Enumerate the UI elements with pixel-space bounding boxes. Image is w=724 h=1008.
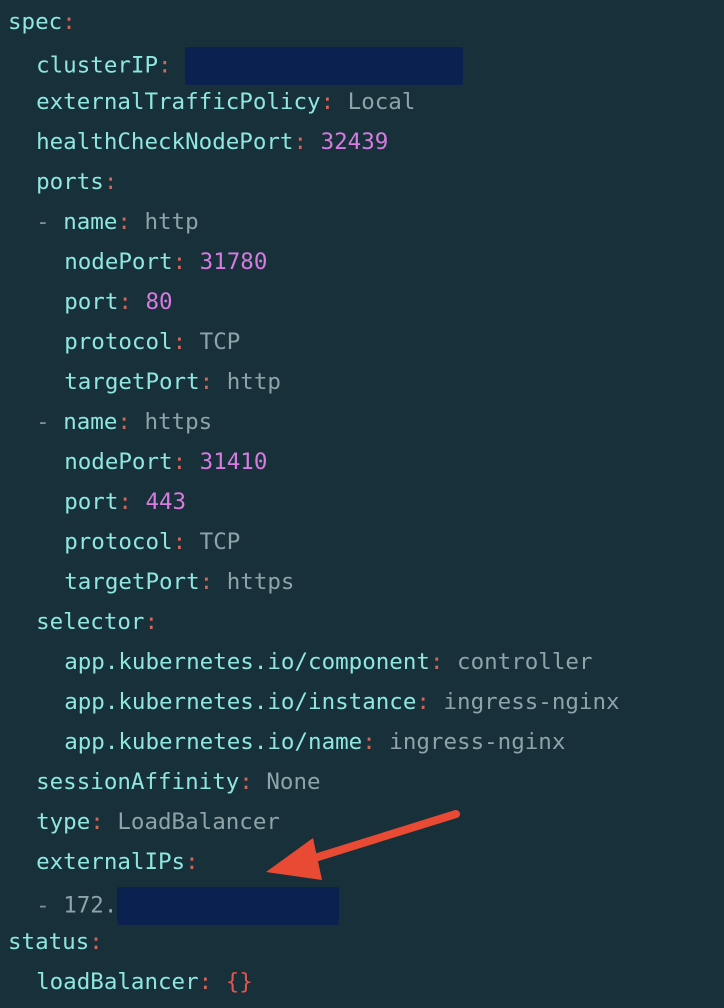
yaml-value: 31410 <box>199 449 268 475</box>
yaml-colon: : <box>416 689 430 715</box>
yaml-colon: : <box>172 449 187 475</box>
yaml-line: - name: https <box>36 407 212 437</box>
yaml-colon: : <box>172 249 187 275</box>
yaml-value: ingress-nginx <box>443 689 620 715</box>
yaml-line: targetPort: http <box>64 367 281 397</box>
yaml-line: app.kubernetes.io/instance: ingress-ngin… <box>64 687 619 717</box>
yaml-line: - name: http <box>36 207 199 237</box>
yaml-value: TCP <box>199 529 241 555</box>
yaml-value: controller <box>457 649 593 675</box>
yaml-key: healthCheckNodePort <box>36 129 294 155</box>
yaml-key: name <box>63 409 118 435</box>
yaml-value: http <box>144 209 199 235</box>
yaml-key: externalIPs <box>36 849 186 875</box>
yaml-key: spec <box>8 9 63 35</box>
yaml-line: - 172. <box>36 887 340 925</box>
yaml-line: loadBalancer: {} <box>36 967 253 997</box>
yaml-key: nodePort <box>64 449 173 475</box>
yaml-key: app.kubernetes.io/instance <box>64 689 417 715</box>
yaml-key: status <box>8 929 90 955</box>
yaml-line: spec: <box>8 7 76 37</box>
redacted-value <box>185 47 464 85</box>
yaml-colon: : <box>117 409 131 435</box>
yaml-value: TCP <box>199 329 241 355</box>
yaml-line: nodePort: 31410 <box>64 447 267 477</box>
yaml-line: type: LoadBalancer <box>36 807 280 837</box>
yaml-colon: : <box>90 809 104 835</box>
yaml-value: 32439 <box>320 129 389 155</box>
yaml-colon: : <box>89 929 103 955</box>
yaml-line: clusterIP: <box>36 47 464 85</box>
yaml-key: ports <box>36 169 104 195</box>
yaml-value: https <box>226 569 295 595</box>
yaml-colon: : <box>362 729 376 755</box>
redacted-value <box>117 887 340 925</box>
yaml-key: protocol <box>64 529 173 555</box>
list-dash: - <box>36 409 64 435</box>
yaml-colon: : <box>320 89 335 115</box>
yaml-colon: : <box>118 289 132 315</box>
yaml-key: sessionAffinity <box>36 769 240 795</box>
yaml-colon: : <box>429 649 444 675</box>
yaml-key: loadBalancer <box>36 969 199 995</box>
yaml-key: targetPort <box>64 569 200 595</box>
yaml-colon: : <box>62 9 76 35</box>
yaml-line: status: <box>8 927 103 957</box>
yaml-line: port: 80 <box>64 287 172 317</box>
yaml-value: LoadBalancer <box>117 809 280 835</box>
list-dash: - <box>36 892 64 919</box>
yaml-value: 31780 <box>199 249 268 275</box>
yaml-key: nodePort <box>64 249 173 275</box>
yaml-colon: : <box>239 769 253 795</box>
yaml-key: app.kubernetes.io/component <box>64 649 430 675</box>
yaml-line: port: 443 <box>64 487 186 517</box>
yaml-line: protocol: TCP <box>64 527 240 557</box>
yaml-key: port <box>64 289 119 315</box>
yaml-value: https <box>144 409 213 435</box>
yaml-line: nodePort: 31780 <box>64 247 267 277</box>
yaml-key: protocol <box>64 329 173 355</box>
yaml-colon: : <box>118 489 132 515</box>
yaml-colon: : <box>199 569 214 595</box>
yaml-line: ports: <box>36 167 117 197</box>
yaml-line: targetPort: https <box>64 567 294 597</box>
yaml-colon: : <box>293 129 308 155</box>
yaml-colon: : <box>172 329 187 355</box>
yaml-value: None <box>266 769 321 795</box>
yaml-colon: : <box>103 169 118 195</box>
yaml-editor: spec: clusterIP: externalTrafficPolicy: L… <box>0 0 724 1008</box>
yaml-line: selector: <box>36 607 158 637</box>
yaml-line: sessionAffinity: None <box>36 767 320 797</box>
yaml-key: type <box>36 809 91 835</box>
yaml-colon: : <box>198 969 213 995</box>
yaml-line: externalTrafficPolicy: Local <box>36 87 415 117</box>
yaml-key: selector <box>36 609 145 635</box>
yaml-line: app.kubernetes.io/name: ingress-nginx <box>64 727 565 757</box>
yaml-line: healthCheckNodePort: 32439 <box>36 127 388 157</box>
yaml-colon: : <box>144 609 159 635</box>
yaml-value: ingress-nginx <box>389 729 566 755</box>
yaml-key: clusterIP <box>36 52 159 79</box>
yaml-line: app.kubernetes.io/component: controller <box>64 647 592 677</box>
yaml-colon: : <box>158 52 172 79</box>
yaml-colon: : <box>172 529 187 555</box>
yaml-key: externalTrafficPolicy <box>36 89 321 115</box>
yaml-key: name <box>63 209 118 235</box>
yaml-key: port <box>64 489 119 515</box>
yaml-value: Local <box>347 89 416 115</box>
yaml-colon: : <box>199 369 214 395</box>
yaml-list-item: 172. <box>63 892 118 919</box>
yaml-colon: : <box>185 849 199 875</box>
yaml-line: externalIPs: <box>36 847 199 877</box>
yaml-value: http <box>226 369 281 395</box>
yaml-value: 443 <box>145 489 187 515</box>
yaml-colon: : <box>117 209 131 235</box>
yaml-line: protocol: TCP <box>64 327 240 357</box>
yaml-key: targetPort <box>64 369 200 395</box>
yaml-value: {} <box>225 969 253 995</box>
yaml-key: app.kubernetes.io/name <box>64 729 363 755</box>
yaml-value: 80 <box>145 289 173 315</box>
list-dash: - <box>36 209 64 235</box>
